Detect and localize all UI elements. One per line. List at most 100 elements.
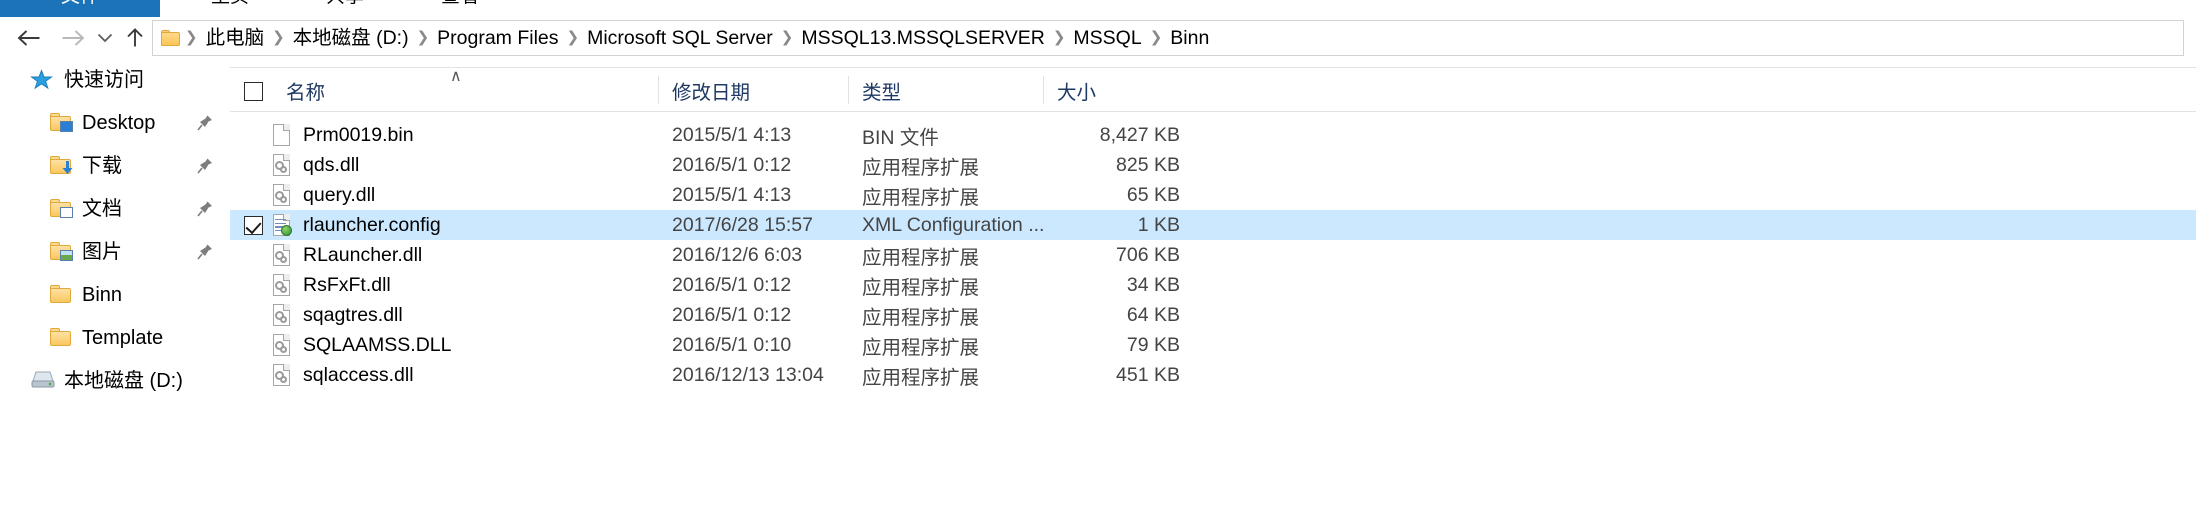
ribbon-tab-file[interactable]: 文件 [0, 0, 160, 17]
column-header-type-label: 类型 [862, 81, 902, 104]
sidebar-item-label: 文档 [82, 197, 122, 220]
file-type-cell: 应用程序扩展 [862, 240, 1062, 270]
file-date-cell: 2016/12/13 13:04 [672, 360, 862, 390]
back-arrow-icon[interactable] [12, 22, 46, 54]
file-name-cell[interactable]: RLauncher.dll [244, 240, 422, 270]
file-size-cell: 34 KB [1035, 270, 1180, 300]
table-row[interactable]: qds.dll 2016/5/1 0:12 应用程序扩展 825 KB [230, 150, 2196, 180]
file-name-label: RsFxFt.dll [303, 273, 391, 296]
breadcrumb-item-3[interactable]: Microsoft SQL Server [582, 23, 778, 53]
table-row[interactable]: sqagtres.dll 2016/5/1 0:12 应用程序扩展 64 KB [230, 300, 2196, 330]
file-type-cell: 应用程序扩展 [862, 270, 1062, 300]
column-header-size[interactable]: 大小 [1043, 68, 1180, 112]
file-type-cell: XML Configuration ... [862, 210, 1062, 240]
column-header-type[interactable]: 类型 [848, 68, 1043, 112]
table-row[interactable]: query.dll 2015/5/1 4:13 应用程序扩展 65 KB [230, 180, 2196, 210]
file-dll-icon [271, 332, 293, 358]
file-date-label: 2016/5/1 0:12 [672, 273, 792, 296]
file-name-cell[interactable]: qds.dll [244, 150, 359, 180]
file-type-label: BIN 文件 [862, 126, 939, 149]
address-bar[interactable]: ❯ 此电脑 ❯ 本地磁盘 (D:) ❯ Program Files ❯ Micr… [152, 20, 2184, 56]
file-type-label: 应用程序扩展 [862, 306, 980, 329]
file-name-label: SQLAAMSS.DLL [303, 333, 452, 356]
file-name-cell[interactable]: query.dll [244, 180, 375, 210]
ribbon-tab-view[interactable]: 查看 [415, 0, 505, 17]
file-date-label: 2015/5/1 4:13 [672, 123, 792, 146]
file-type-label: XML Configuration ... [862, 213, 1045, 236]
table-row[interactable]: Prm0019.bin 2015/5/1 4:13 BIN 文件 8,427 KB [230, 120, 2196, 150]
pin-icon[interactable] [197, 114, 213, 132]
file-name-cell[interactable]: rlauncher.config [244, 210, 441, 240]
pin-icon[interactable] [197, 243, 213, 261]
folder-desktop-icon [48, 112, 74, 134]
file-dll-icon [271, 272, 293, 298]
table-row[interactable]: RLauncher.dll 2016/12/6 6:03 应用程序扩展 706 KB [230, 240, 2196, 270]
file-type-cell: 应用程序扩展 [862, 150, 1062, 180]
file-date-label: 2016/12/13 13:04 [672, 363, 824, 386]
row-checkbox[interactable] [244, 215, 263, 235]
sidebar-item-downloads[interactable]: 下载 [0, 144, 230, 187]
breadcrumb-separator: ❯ [566, 29, 580, 46]
sidebar-item-local-disk-d[interactable]: 本地磁盘 (D:) [0, 359, 230, 402]
file-size-cell: 706 KB [1035, 240, 1180, 270]
file-list-pane: 名称 ∧ 修改日期 类型 大小 Prm0019.bin 2015/5/1 4:13… [230, 58, 2196, 512]
pin-icon[interactable] [197, 200, 213, 218]
breadcrumb-item-6[interactable]: Binn [1165, 23, 1214, 53]
file-name-cell[interactable]: sqagtres.dll [244, 300, 403, 330]
breadcrumb-item-1[interactable]: 本地磁盘 (D:) [288, 23, 414, 53]
select-all-checkbox[interactable] [244, 82, 263, 101]
file-date-label: 2016/5/1 0:12 [672, 153, 792, 176]
column-header-date-label: 修改日期 [672, 81, 751, 104]
sidebar-item-documents[interactable]: 文档 [0, 187, 230, 230]
file-size-label: 64 KB [1126, 303, 1180, 326]
breadcrumb-item-4[interactable]: MSSQL13.MSSQLSERVER [796, 23, 1049, 53]
file-date-label: 2017/6/28 15:57 [672, 213, 813, 236]
up-arrow-icon[interactable] [118, 22, 152, 54]
file-explorer-window: 文件 主页 共享 查看 [0, 0, 2196, 512]
file-name-label: Prm0019.bin [303, 123, 414, 146]
table-row[interactable]: rlauncher.config 2017/6/28 15:57 XML Confi… [230, 210, 2196, 240]
file-size-cell: 64 KB [1035, 300, 1180, 330]
sidebar-item-quick-access[interactable]: 快速访问 [0, 58, 230, 101]
file-name-cell[interactable]: Prm0019.bin [244, 120, 414, 150]
sidebar-item-template[interactable]: Template [0, 316, 230, 359]
file-config-icon [271, 212, 293, 238]
table-row[interactable]: SQLAAMSS.DLL 2016/5/1 0:10 应用程序扩展 79 KB [230, 330, 2196, 360]
pin-icon[interactable] [197, 157, 213, 175]
ribbon-tab-file-label: 文件 [61, 0, 99, 7]
column-header-size-label: 大小 [1057, 81, 1097, 104]
breadcrumb-item-5[interactable]: MSSQL [1068, 23, 1146, 53]
forward-arrow-icon[interactable] [56, 22, 90, 54]
file-type-label: 应用程序扩展 [862, 246, 980, 269]
sidebar-item-desktop[interactable]: Desktop [0, 101, 230, 144]
file-size-label: 65 KB [1126, 183, 1180, 206]
file-name-cell[interactable]: SQLAAMSS.DLL [244, 330, 451, 360]
file-date-label: 2016/5/1 0:10 [672, 333, 792, 356]
file-name-label: sqlaccess.dll [303, 363, 414, 386]
file-date-label: 2016/5/1 0:12 [672, 303, 792, 326]
breadcrumb-item-0[interactable]: 此电脑 [201, 23, 270, 53]
chevron-down-icon[interactable] [92, 22, 118, 54]
file-name-cell[interactable]: sqlaccess.dll [244, 360, 414, 390]
sidebar-item-binn[interactable]: Binn [0, 273, 230, 316]
column-header-name[interactable]: 名称 ∧ [272, 68, 658, 112]
ribbon-tab-share[interactable]: 共享 [300, 0, 390, 17]
breadcrumb-separator: ❯ [780, 29, 794, 46]
breadcrumb-item-2[interactable]: Program Files [432, 23, 563, 53]
file-name-label: rlauncher.config [303, 213, 441, 236]
file-size-label: 1 KB [1137, 213, 1180, 236]
file-date-cell: 2017/6/28 15:57 [672, 210, 862, 240]
ribbon-tab-home[interactable]: 主页 [185, 0, 275, 17]
sidebar-item-label: 快速访问 [64, 68, 144, 91]
breadcrumb-separator: ❯ [1149, 29, 1163, 46]
breadcrumb-separator: ❯ [1052, 29, 1066, 46]
column-header-date[interactable]: 修改日期 [658, 68, 848, 112]
file-size-cell: 65 KB [1035, 180, 1180, 210]
file-name-cell[interactable]: RsFxFt.dll [244, 270, 391, 300]
table-row[interactable]: RsFxFt.dll 2016/5/1 0:12 应用程序扩展 34 KB [230, 270, 2196, 300]
file-name-label: sqagtres.dll [303, 303, 403, 326]
file-size-label: 451 KB [1116, 363, 1180, 386]
table-row[interactable]: sqlaccess.dll 2016/12/13 13:04 应用程序扩展 451 K… [230, 360, 2196, 390]
sidebar-item-pictures[interactable]: 图片 [0, 230, 230, 273]
ribbon-tab-strip: 文件 主页 共享 查看 [0, 0, 2196, 17]
